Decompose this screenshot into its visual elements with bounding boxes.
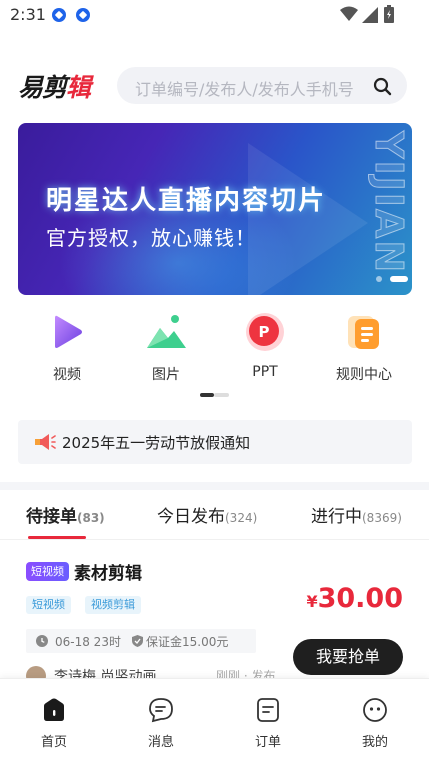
svg-text:P: P xyxy=(259,323,270,341)
order-tag: 视频剪辑 xyxy=(85,596,141,614)
app-logo: 易剪辑 xyxy=(18,73,91,102)
notice-bar[interactable]: 2025年五一劳动节放假通知 xyxy=(18,420,412,464)
category-video[interactable]: 视频 xyxy=(27,305,107,384)
home-icon xyxy=(41,697,67,723)
wifi-icon xyxy=(340,6,358,21)
category-page-indicator-active xyxy=(200,393,214,397)
category-badge: 短视频 xyxy=(26,562,69,581)
notification-app-icon xyxy=(76,8,90,22)
nav-messages[interactable]: 消息 xyxy=(131,697,191,750)
rules-document-icon xyxy=(342,310,386,354)
bottom-nav: 首页 消息 订单 我的 xyxy=(0,678,429,763)
category-image[interactable]: 图片 xyxy=(126,305,206,384)
search-bar[interactable]: 订单编号/发布人/发布人手机号 xyxy=(117,67,407,104)
status-time: 2:31 xyxy=(10,5,46,24)
battery-icon xyxy=(384,5,394,23)
banner-page-dot xyxy=(376,276,382,282)
order-title: 素材剪辑 xyxy=(74,564,142,584)
promo-banner[interactable]: 明星达人直播内容切片 官方授权，放心赚钱！ YIJIAN xyxy=(18,123,412,295)
order-deposit: 保证金15.00元 xyxy=(146,635,229,649)
notification-app-icon xyxy=(52,8,66,22)
category-page-indicator xyxy=(214,393,229,397)
banner-title: 明星达人直播内容切片 xyxy=(46,186,327,216)
category-ppt[interactable]: P PPT xyxy=(225,305,305,380)
nav-home[interactable]: 首页 xyxy=(24,697,84,750)
order-date: 06-18 23时 xyxy=(55,635,121,649)
order-tabs: 待接单(83) 今日发布(324) 进行中(8369) xyxy=(0,490,429,540)
banner-page-dot-active xyxy=(390,276,408,282)
profile-icon xyxy=(362,697,388,723)
shield-icon xyxy=(132,635,143,647)
message-icon xyxy=(148,697,174,723)
category-rules-center[interactable]: 规则中心 xyxy=(324,305,404,384)
tab-today-published[interactable]: 今日发布(324) xyxy=(157,502,257,527)
signal-icon xyxy=(362,7,378,23)
search-icon[interactable] xyxy=(373,77,397,97)
order-tag: 短视频 xyxy=(26,596,71,614)
megaphone-icon xyxy=(32,430,56,458)
clock-icon xyxy=(36,635,48,647)
tab-pending[interactable]: 待接单(83) xyxy=(26,502,105,527)
banner-vertical-text: YIJIAN xyxy=(367,130,412,275)
nav-orders[interactable]: 订单 xyxy=(238,697,298,750)
tab-in-progress[interactable]: 进行中(8369) xyxy=(311,502,402,527)
order-price: ¥30.00 xyxy=(306,583,403,614)
header: 易剪辑 订单编号/发布人/发布人手机号 xyxy=(0,62,429,112)
tab-active-underline xyxy=(28,536,86,539)
ppt-icon: P xyxy=(243,310,287,354)
nav-profile[interactable]: 我的 xyxy=(345,697,405,750)
search-input[interactable]: 订单编号/发布人/发布人手机号 xyxy=(135,76,354,100)
order-card[interactable]: 短视频 素材剪辑 短视频 视频剪辑 ¥30.00 06-18 23时 保证金15… xyxy=(0,550,429,682)
category-grid: 视频 图片 P PPT 规则中心 xyxy=(0,305,429,385)
video-play-icon xyxy=(45,310,89,354)
banner-subtitle: 官方授权，放心赚钱！ xyxy=(46,226,256,250)
status-bar: 2:31 xyxy=(0,0,429,30)
order-meta: 06-18 23时 保证金15.00元 xyxy=(26,629,256,653)
image-mountain-icon xyxy=(144,310,188,354)
order-icon xyxy=(255,697,281,723)
notice-text: 2025年五一劳动节放假通知 xyxy=(62,434,251,452)
grab-order-button[interactable]: 我要抢单 xyxy=(293,639,403,675)
